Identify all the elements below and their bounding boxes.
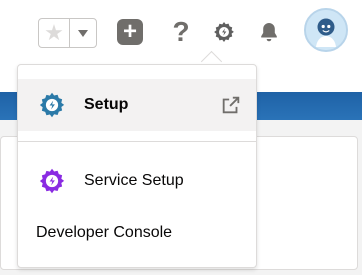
menu-item-label: Developer Console xyxy=(36,224,173,241)
gear-lightning-icon xyxy=(39,168,65,194)
notifications-button[interactable] xyxy=(255,18,283,46)
global-actions-button[interactable]: + xyxy=(116,18,144,46)
menu-item-developer-console[interactable]: Developer Console xyxy=(18,215,256,251)
gear-lightning-icon xyxy=(39,92,65,118)
gear-icon xyxy=(214,22,234,42)
user-avatar[interactable] xyxy=(304,8,348,52)
help-button[interactable]: ? xyxy=(167,16,195,47)
plus-icon: + xyxy=(117,19,143,45)
favorites-menu-button[interactable] xyxy=(70,19,96,47)
avatar-icon xyxy=(306,10,346,50)
setup-gear-button[interactable] xyxy=(210,18,238,46)
menu-item-label: Service Setup xyxy=(84,172,184,189)
favorites-group: ★ xyxy=(38,18,97,48)
menu-item-service-setup[interactable]: Service Setup xyxy=(18,157,256,205)
menu-divider xyxy=(18,141,256,142)
chevron-down-icon xyxy=(78,29,88,37)
external-link-icon[interactable] xyxy=(220,94,242,116)
setup-menu: Setup Service Setup Developer Console xyxy=(17,64,257,268)
star-icon[interactable]: ★ xyxy=(39,19,70,47)
question-icon: ? xyxy=(172,16,190,47)
bell-icon xyxy=(261,23,277,42)
menu-item-setup[interactable]: Setup xyxy=(18,79,256,131)
menu-item-label: Setup xyxy=(84,96,129,113)
